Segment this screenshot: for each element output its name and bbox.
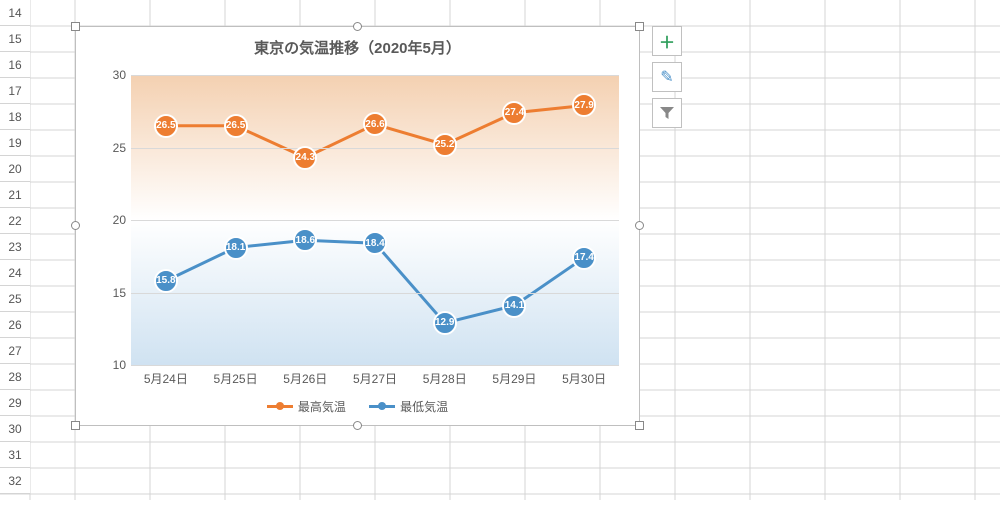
data-point[interactable]: 14.1 <box>502 294 526 318</box>
funnel-icon <box>659 105 675 121</box>
resize-handle-ml[interactable] <box>71 221 80 230</box>
row-header-15[interactable]: 15 <box>0 26 30 52</box>
legend-label-high: 最高気温 <box>298 398 346 415</box>
data-point[interactable]: 18.1 <box>224 236 248 260</box>
legend-swatch-high <box>267 405 293 408</box>
data-point[interactable]: 12.9 <box>433 311 457 335</box>
row-header-31[interactable]: 31 <box>0 442 30 468</box>
legend-swatch-low <box>369 405 395 408</box>
resize-handle-tr[interactable] <box>635 22 644 31</box>
data-point[interactable]: 25.2 <box>433 133 457 157</box>
data-point[interactable]: 15.8 <box>154 269 178 293</box>
row-header-26[interactable]: 26 <box>0 312 30 338</box>
y-tick-label: 30 <box>101 68 126 82</box>
x-tick-label: 5月24日 <box>144 370 188 387</box>
plot-area[interactable]: 10152025305月24日5月25日5月26日5月27日5月28日5月29日… <box>131 75 619 365</box>
row-header-19[interactable]: 19 <box>0 130 30 156</box>
legend-label-low: 最低気温 <box>400 398 448 415</box>
row-header-30[interactable]: 30 <box>0 416 30 442</box>
x-tick-label: 5月29日 <box>492 370 536 387</box>
y-tick-label: 10 <box>101 358 126 372</box>
y-tick-label: 20 <box>101 213 126 227</box>
gridline <box>131 293 619 294</box>
brush-icon: ✎ <box>660 67 673 87</box>
row-header-17[interactable]: 17 <box>0 78 30 104</box>
legend-item-low[interactable]: 最低気温 <box>369 398 448 415</box>
row-header-22[interactable]: 22 <box>0 208 30 234</box>
x-tick-label: 5月28日 <box>423 370 467 387</box>
data-point[interactable]: 24.3 <box>293 146 317 170</box>
gridline <box>131 148 619 149</box>
y-tick-label: 15 <box>101 286 126 300</box>
resize-handle-bm[interactable] <box>353 421 362 430</box>
legend-item-high[interactable]: 最高気温 <box>267 398 346 415</box>
resize-handle-bl[interactable] <box>71 421 80 430</box>
x-tick-label: 5月25日 <box>214 370 258 387</box>
x-tick-label: 5月30日 <box>562 370 606 387</box>
row-header-29[interactable]: 29 <box>0 390 30 416</box>
row-header-25[interactable]: 25 <box>0 286 30 312</box>
row-header-16[interactable]: 16 <box>0 52 30 78</box>
row-header-14[interactable]: 14 <box>0 0 30 26</box>
gridline <box>131 220 619 221</box>
row-header-24[interactable]: 24 <box>0 260 30 286</box>
data-point[interactable]: 26.5 <box>224 114 248 138</box>
chart-style-button[interactable]: ✎ <box>652 62 682 92</box>
resize-handle-br[interactable] <box>635 421 644 430</box>
chart-side-buttons: ＋ ✎ <box>652 26 682 134</box>
row-header-32[interactable]: 32 <box>0 468 30 494</box>
chart-filter-button[interactable] <box>652 98 682 128</box>
row-header-27[interactable]: 27 <box>0 338 30 364</box>
resize-handle-mr[interactable] <box>635 221 644 230</box>
row-header-21[interactable]: 21 <box>0 182 30 208</box>
x-tick-label: 5月27日 <box>353 370 397 387</box>
chart-object[interactable]: 東京の気温推移（2020年5月） 10152025305月24日5月25日5月2… <box>75 26 640 426</box>
row-header-23[interactable]: 23 <box>0 234 30 260</box>
legend[interactable]: 最高気温 最低気温 <box>76 397 639 415</box>
row-header-28[interactable]: 28 <box>0 364 30 390</box>
row-header-18[interactable]: 18 <box>0 104 30 130</box>
gridline <box>131 75 619 76</box>
data-point[interactable]: 17.4 <box>572 246 596 270</box>
data-point[interactable]: 26.5 <box>154 114 178 138</box>
data-point[interactable]: 18.4 <box>363 231 387 255</box>
x-tick-label: 5月26日 <box>283 370 327 387</box>
chart-title[interactable]: 東京の気温推移（2020年5月） <box>76 27 639 58</box>
chart-add-element-button[interactable]: ＋ <box>652 26 682 56</box>
row-header-20[interactable]: 20 <box>0 156 30 182</box>
y-tick-label: 25 <box>101 141 126 155</box>
resize-handle-tm[interactable] <box>353 22 362 31</box>
plus-icon: ＋ <box>659 29 675 53</box>
gridline <box>131 365 619 366</box>
data-point[interactable]: 27.4 <box>502 101 526 125</box>
resize-handle-tl[interactable] <box>71 22 80 31</box>
